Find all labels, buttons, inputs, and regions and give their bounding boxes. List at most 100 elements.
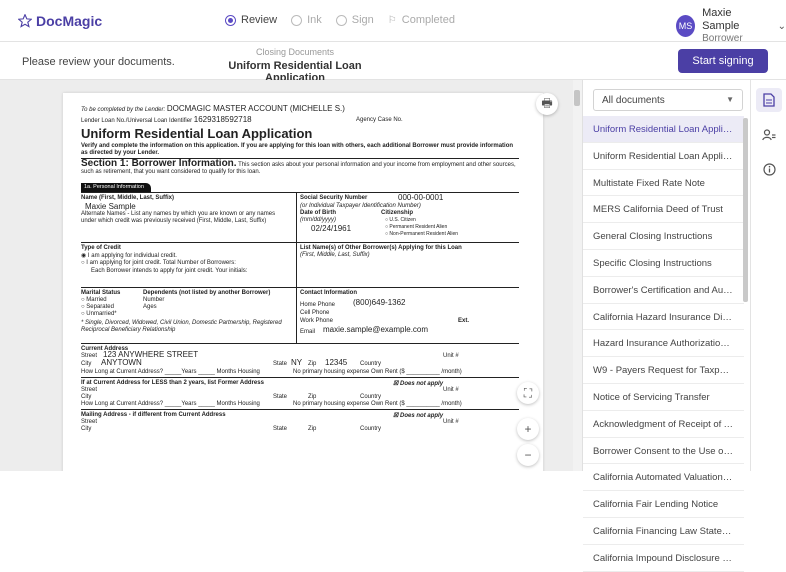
form-title: Uniform Residential Loan Application (81, 126, 313, 141)
document-list-scrollbar[interactable] (743, 118, 748, 302)
ext-label: Ext. (458, 318, 470, 324)
loan-number-row: Lender Loan No./Universal Loan Identifie… (81, 115, 252, 124)
ssn-value: 000-00-0001 (398, 193, 444, 202)
viewer-scrollbar-thumb[interactable] (574, 90, 580, 106)
fullscreen-icon[interactable]: ⛶ (517, 382, 539, 404)
home-phone-label: Home Phone (300, 302, 336, 308)
document-list-item[interactable]: MERS California Deed of Trust (583, 196, 744, 224)
ssn-label: Social Security Number (300, 195, 368, 201)
document-viewer[interactable]: To be completed by the Lender: DOCMAGIC … (0, 80, 582, 471)
document-list-item[interactable]: California Automated Valuation Model ... (583, 464, 744, 492)
does-not-apply-checkbox[interactable]: ☒ Does not apply (393, 380, 443, 387)
avatar: MS (676, 15, 696, 37)
lender-name: DOCMAGIC MASTER ACCOUNT (MICHELLE S.) (166, 104, 345, 113)
step-review: Review (225, 14, 277, 26)
credit-joint-option[interactable]: ○ I am applying for joint credit. Total … (81, 260, 236, 266)
section-tab-1a: 1a. Personal Information (81, 183, 151, 192)
marital-option[interactable]: ○ Separated (81, 304, 114, 310)
housing-options[interactable]: No primary housing expense Own Rent ($ _… (293, 401, 462, 407)
document-list-item[interactable]: Multistate Fixed Rate Note (583, 170, 744, 197)
divider (81, 242, 519, 243)
housing-options[interactable]: No primary housing expense Own Rent ($ _… (293, 369, 462, 375)
email-label: Email (300, 329, 316, 335)
viewer-scrollbar[interactable] (573, 80, 582, 471)
divider (81, 343, 519, 344)
zip-label: Zip (308, 426, 317, 432)
zip-label: Zip (308, 361, 317, 367)
document-list-item[interactable]: Notice of Servicing Transfer (583, 384, 744, 411)
unmarried-note: * Single, Divorced, Widowed, Civil Union… (81, 320, 282, 333)
other-borrowers-label: List Name(s) of Other Borrower(s) Applyi… (300, 245, 462, 251)
document-list-item[interactable]: Specific Closing Instructions (583, 250, 744, 277)
document-list-item[interactable]: California Financing Law Statement of L.… (583, 518, 744, 545)
city-label: City (81, 361, 92, 367)
divider (81, 287, 519, 288)
document-list-item[interactable]: California Hazard Insurance Disclosure (583, 304, 744, 331)
dob-format: (mm/dd/yyyy) (300, 217, 336, 223)
itin-label: (or Individual Taxpayer Identification N… (300, 203, 421, 209)
zoom-out-icon[interactable]: − (517, 444, 539, 466)
state-label: State (273, 426, 288, 432)
user-name: Maxie Sample (702, 7, 740, 32)
document-list-item[interactable]: Borrower's Certification and Authorizati… (583, 277, 744, 304)
verify-text: Verify and complete the information on t… (81, 143, 514, 156)
zoom-in-icon[interactable]: + (517, 418, 539, 440)
citizenship-option[interactable]: ○ U.S. Citizen (385, 217, 416, 223)
divider (296, 192, 297, 242)
document-list-item[interactable]: Uniform Residential Loan Application (583, 116, 744, 143)
home-phone: (800)649-1362 (353, 298, 406, 307)
citizenship-option[interactable]: ○ Permanent Resident Alien (385, 224, 447, 230)
info-icon[interactable] (756, 157, 782, 181)
start-signing-button[interactable]: Start signing (678, 49, 768, 73)
state-label: State (273, 394, 288, 400)
document-list-item[interactable]: General Closing Instructions (583, 223, 744, 250)
step-label: Sign (351, 14, 374, 26)
document-filter-value: All documents (602, 95, 665, 106)
unit-label: Unit # (443, 353, 459, 359)
divider (81, 192, 519, 193)
step-indicator (291, 14, 303, 26)
credit-individual-option[interactable]: ◉ I am applying for individual credit. (81, 252, 177, 259)
document-list-item[interactable]: California Fair Lending Notice (583, 491, 744, 518)
signers-icon[interactable] (756, 123, 782, 147)
document-list-item[interactable]: W9 - Payers Request for Taxpayer ID (583, 357, 744, 384)
city-value: ANYTOWN (101, 358, 142, 367)
citizenship-option[interactable]: ○ Non-Permanent Resident Alien (385, 231, 458, 237)
email-value: maxie.sample@example.com (323, 325, 429, 334)
document-filter-select[interactable]: All documents ▼ (593, 89, 743, 111)
document-list-item[interactable]: Acknowledgment of Receipt of Appraisa... (583, 411, 744, 438)
alternate-names-label: Alternate Names - List any names by whic… (81, 211, 276, 224)
document-category: Closing Documents (255, 47, 335, 57)
document-list-item[interactable]: Uniform Residential Loan Application - L… (583, 143, 744, 170)
step-indicator (335, 14, 347, 26)
unit-label: Unit # (443, 419, 459, 425)
step-label: Review (241, 14, 278, 26)
dependents-label: Dependents (not listed by another Borrow… (143, 290, 271, 296)
city-label: City (81, 426, 92, 432)
city-label: City (81, 394, 92, 400)
documents-icon[interactable] (756, 88, 782, 112)
cell-phone-label: Cell Phone (300, 310, 330, 316)
does-not-apply-checkbox[interactable]: ☒ Does not apply (393, 412, 443, 419)
chevron-down-icon[interactable]: ⌄ (778, 21, 786, 32)
marital-option[interactable]: ○ Married (81, 297, 107, 303)
document-list-item[interactable]: Borrower Consent to the Use of Tax Ret..… (583, 438, 744, 465)
citizenship-label: Citizenship (381, 210, 414, 216)
marital-option[interactable]: ○ Unmarried* (81, 311, 117, 317)
step-completed: ⚐ Completed (388, 14, 455, 26)
document-list-panel: All documents ▼ Uniform Residential Loan… (582, 80, 750, 572)
divider (296, 287, 297, 343)
caret-down-icon: ▼ (726, 95, 734, 104)
document-list-item[interactable]: California Impound Disclosure Waiver (583, 545, 744, 572)
review-message: Please review your documents. (22, 56, 175, 68)
docmagic-logo[interactable]: DocMagic (18, 13, 102, 29)
user-menu[interactable]: MS Maxie Sample Borrower ⌄ (676, 7, 786, 45)
star-icon (18, 14, 32, 28)
document-page: To be completed by the Lender: DOCMAGIC … (63, 93, 543, 471)
work-phone-label: Work Phone (300, 318, 333, 324)
step-label: Ink (307, 14, 322, 26)
print-icon[interactable]: 🖶 (536, 93, 558, 115)
zip-value: 12345 (325, 358, 348, 367)
street-label: Street (81, 387, 98, 393)
document-list-item[interactable]: Hazard Insurance Authorization and Re... (583, 330, 744, 358)
